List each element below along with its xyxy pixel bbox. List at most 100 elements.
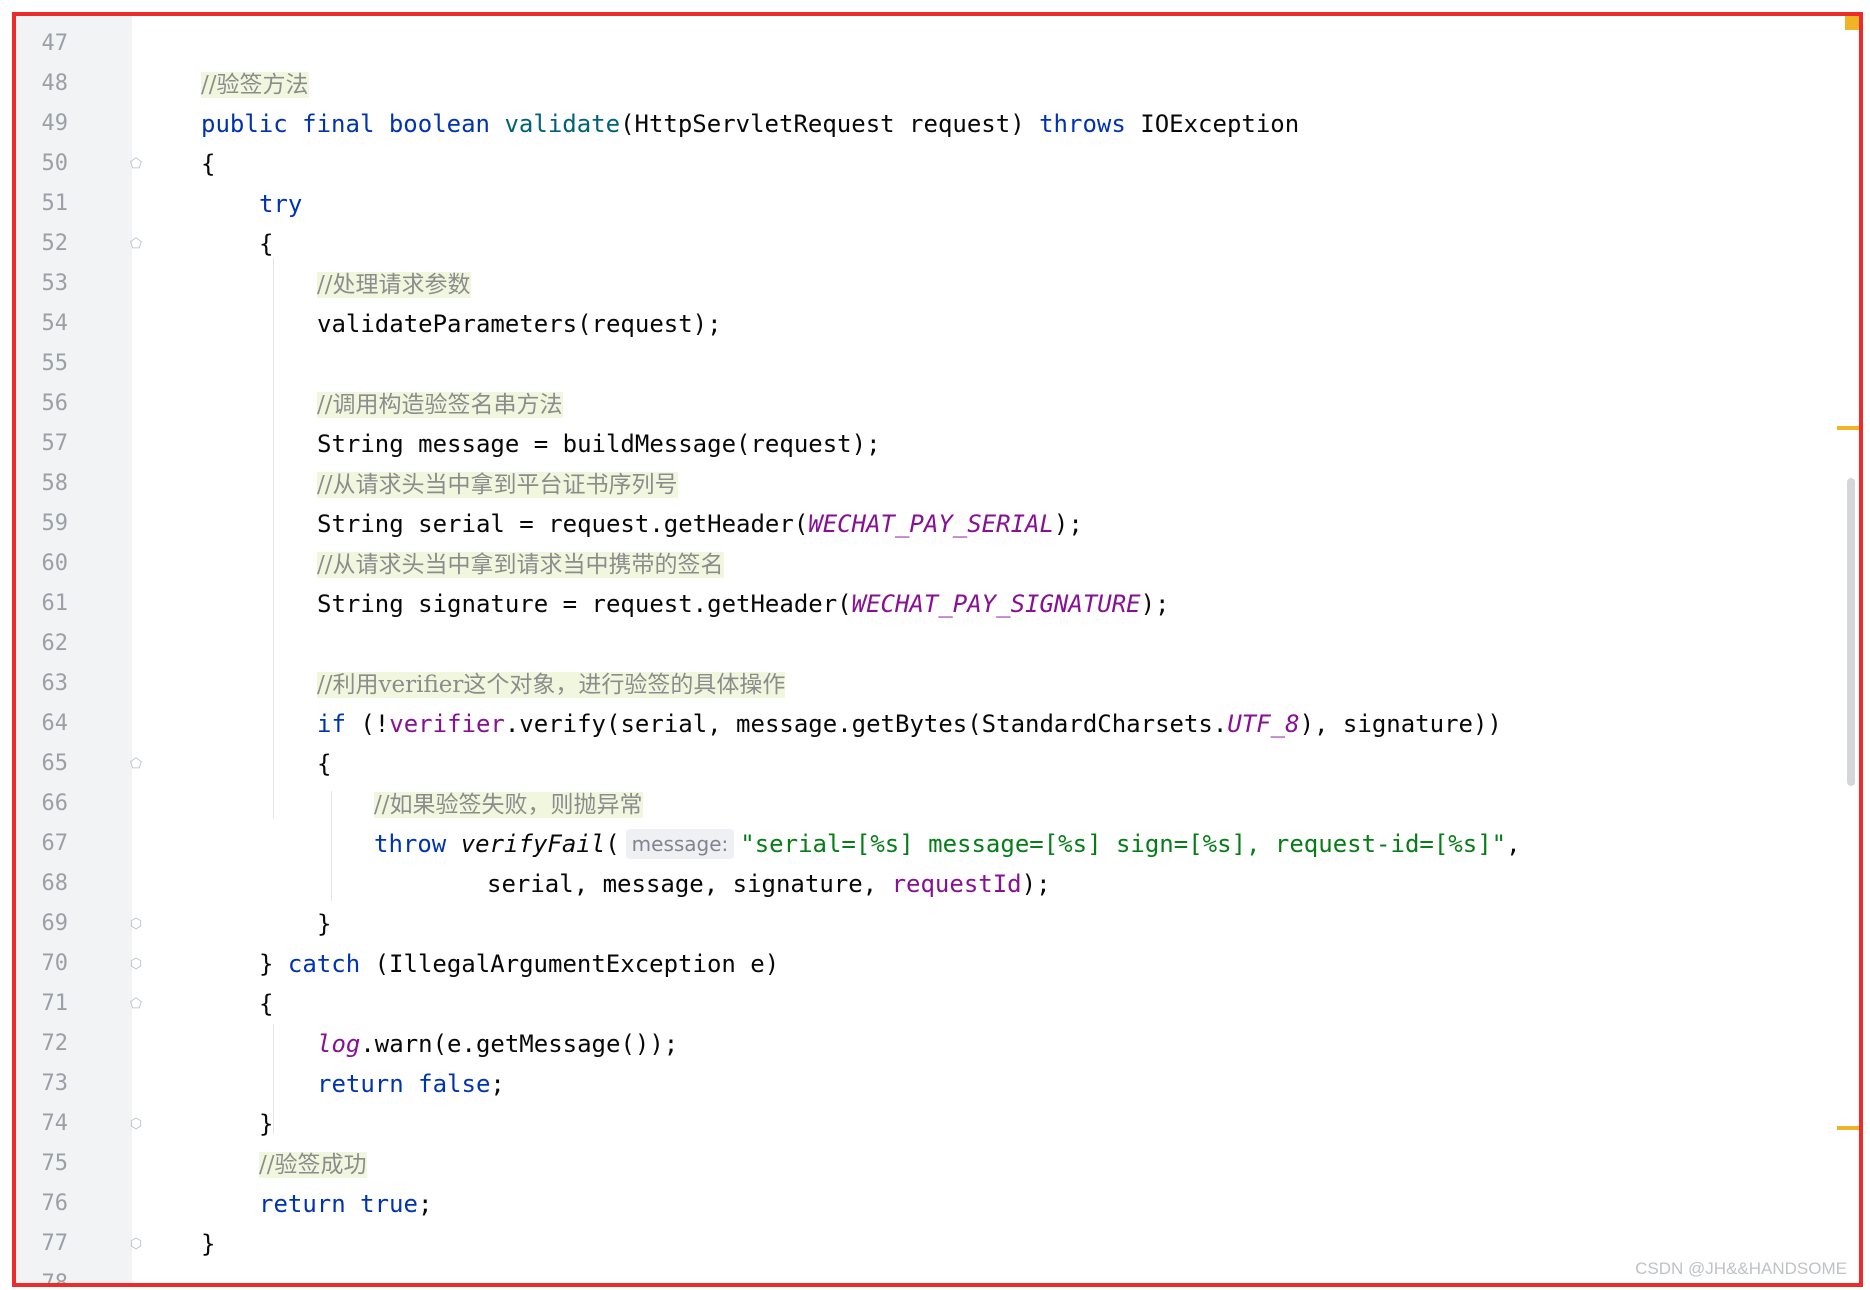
code-text[interactable]: if (!verifier.verify(serial, message.get… — [317, 704, 1502, 744]
code-text[interactable]: { — [259, 224, 273, 264]
line-number: 73 — [41, 1071, 69, 1096]
code-text[interactable]: log.warn(e.getMessage()); — [317, 1024, 678, 1064]
code-text[interactable]: { — [259, 984, 273, 1024]
comment: //利用verifier这个对象，进行验签的具体操作 — [317, 672, 786, 698]
code-line-56: 56 //调用构造验签名串方法 — [16, 384, 1859, 424]
warning-marker[interactable] — [1837, 1126, 1859, 1130]
constant: WECHAT_PAY_SERIAL — [808, 510, 1054, 538]
line-number: 51 — [41, 191, 69, 216]
code-line-60: 60 //从请求头当中拿到请求当中携带的签名 — [16, 544, 1859, 584]
code-text[interactable]: return true; — [259, 1184, 432, 1224]
fold-toggle-icon[interactable]: ⬠ — [128, 755, 144, 773]
line-number: 54 — [41, 311, 69, 336]
line-number: 58 — [41, 471, 69, 496]
comment: //从请求头当中拿到平台证书序列号 — [317, 472, 678, 498]
code-text[interactable]: } — [201, 1224, 215, 1264]
code-fragment: ); — [1021, 870, 1051, 898]
code-fragment: IOException — [1125, 110, 1300, 138]
fold-end-icon[interactable]: ⬡ — [128, 1235, 144, 1253]
method-name: verifyFail — [460, 830, 606, 858]
fold-end-icon[interactable]: ⬡ — [128, 955, 144, 973]
line-number: 71 — [41, 991, 69, 1016]
line-number: 78 — [41, 1271, 69, 1287]
line-number: 61 — [41, 591, 69, 616]
code-text[interactable]: } — [317, 904, 331, 944]
code-text[interactable]: //调用构造验签名串方法 — [317, 384, 563, 425]
code-line-49: 49 public final boolean validate(HttpSer… — [16, 104, 1859, 144]
code-line-68: 68 serial, message, signature, requestId… — [16, 864, 1859, 904]
code-line-69: 69 ⬡ } — [16, 904, 1859, 944]
code-fragment: String signature = request.getHeader( — [317, 590, 852, 618]
code-text[interactable]: return false; — [317, 1064, 505, 1104]
code-text[interactable]: validateParameters(request); — [317, 304, 722, 344]
code-text[interactable]: String signature = request.getHeader(WEC… — [317, 584, 1170, 624]
watermark: CSDN @JH&&HANDSOME — [1635, 1259, 1847, 1278]
code-text[interactable]: serial, message, signature, requestId); — [487, 864, 1051, 904]
code-line-62: 62 — [16, 624, 1859, 664]
line-number: 64 — [41, 711, 69, 736]
code-text[interactable]: { — [201, 144, 215, 184]
code-fragment: , — [1506, 830, 1521, 858]
code-fragment: ; — [490, 1070, 505, 1098]
code-text[interactable]: //从请求头当中拿到平台证书序列号 — [317, 464, 678, 505]
code-text[interactable]: //利用verifier这个对象，进行验签的具体操作 — [317, 664, 786, 705]
comment: //如果验签失败，则抛异常 — [374, 792, 643, 818]
fold-toggle-icon[interactable]: ⬠ — [128, 995, 144, 1013]
keyword: final — [302, 110, 375, 138]
code-text[interactable]: //如果验签失败，则抛异常 — [374, 784, 643, 825]
comment: //调用构造验签名串方法 — [317, 392, 563, 418]
keyword: false — [418, 1070, 491, 1098]
line-number: 69 — [41, 911, 69, 936]
line-number: 59 — [41, 511, 69, 536]
line-number: 52 — [41, 231, 69, 256]
code-line-65: 65 ⬠ { — [16, 744, 1859, 784]
code-text[interactable]: //验签成功 — [259, 1144, 367, 1185]
code-fragment: ; — [417, 1190, 433, 1218]
fold-end-icon[interactable]: ⬡ — [128, 915, 144, 933]
code-text[interactable]: public final boolean validate(HttpServle… — [201, 104, 1299, 144]
code-text[interactable]: } catch (IllegalArgumentException e) — [259, 944, 779, 984]
string-literal: "serial=[%s] message=[%s] sign=[%s], req… — [740, 830, 1507, 858]
line-number: 55 — [41, 351, 69, 376]
keyword: return — [317, 1070, 404, 1098]
constant: WECHAT_PAY_SIGNATURE — [851, 590, 1141, 618]
code-line-54: 54 validateParameters(request); — [16, 304, 1859, 344]
inspection-status-icon[interactable] — [1845, 16, 1859, 30]
keyword: catch — [287, 950, 361, 978]
fold-toggle-icon[interactable]: ⬠ — [128, 235, 144, 253]
line-number: 57 — [41, 431, 69, 456]
code-line-71: 71 ⬠ { — [16, 984, 1859, 1024]
code-text[interactable]: String serial = request.getHeader(WECHAT… — [317, 504, 1083, 544]
code-text[interactable]: String message = buildMessage(request); — [317, 424, 881, 464]
line-number: 50 — [41, 151, 69, 176]
line-number: 62 — [41, 631, 69, 656]
code-text[interactable]: //处理请求参数 — [317, 264, 471, 305]
code-text[interactable]: //从请求头当中拿到请求当中携带的签名 — [317, 544, 724, 585]
code-text[interactable]: //验签方法 — [201, 64, 309, 105]
code-text[interactable]: throw verifyFail(message: "serial=[%s] me… — [374, 824, 1521, 864]
code-text[interactable]: } — [259, 1104, 273, 1144]
code-line-59: 59 String serial = request.getHeader(WEC… — [16, 504, 1859, 544]
fold-end-icon[interactable]: ⬡ — [128, 1115, 144, 1133]
method-name: validate — [504, 110, 621, 138]
code-line-52: 52 ⬠ { — [16, 224, 1859, 264]
code-line-50: 50 ⬠ { — [16, 144, 1859, 184]
warning-marker[interactable] — [1837, 426, 1859, 430]
vertical-scrollbar[interactable] — [1847, 478, 1855, 786]
code-line-72: 72 log.warn(e.getMessage()); — [16, 1024, 1859, 1064]
code-line-61: 61 String signature = request.getHeader(… — [16, 584, 1859, 624]
line-number: 77 — [41, 1231, 69, 1256]
line-number: 72 — [41, 1031, 69, 1056]
code-line-48: 48 //验签方法 — [16, 64, 1859, 104]
constant: UTF_8 — [1227, 710, 1300, 738]
line-number: 53 — [41, 271, 69, 296]
line-number: 75 — [41, 1151, 69, 1176]
code-fragment: serial, message, signature, — [487, 870, 892, 898]
code-text[interactable]: try — [259, 184, 302, 224]
code-fragment: ); — [1053, 510, 1083, 538]
code-fragment: (HttpServletRequest request) — [620, 110, 1040, 138]
fold-toggle-icon[interactable]: ⬠ — [128, 155, 144, 173]
field-reference: requestId — [891, 870, 1022, 898]
code-text[interactable]: { — [317, 744, 331, 784]
code-line-55: 55 — [16, 344, 1859, 384]
